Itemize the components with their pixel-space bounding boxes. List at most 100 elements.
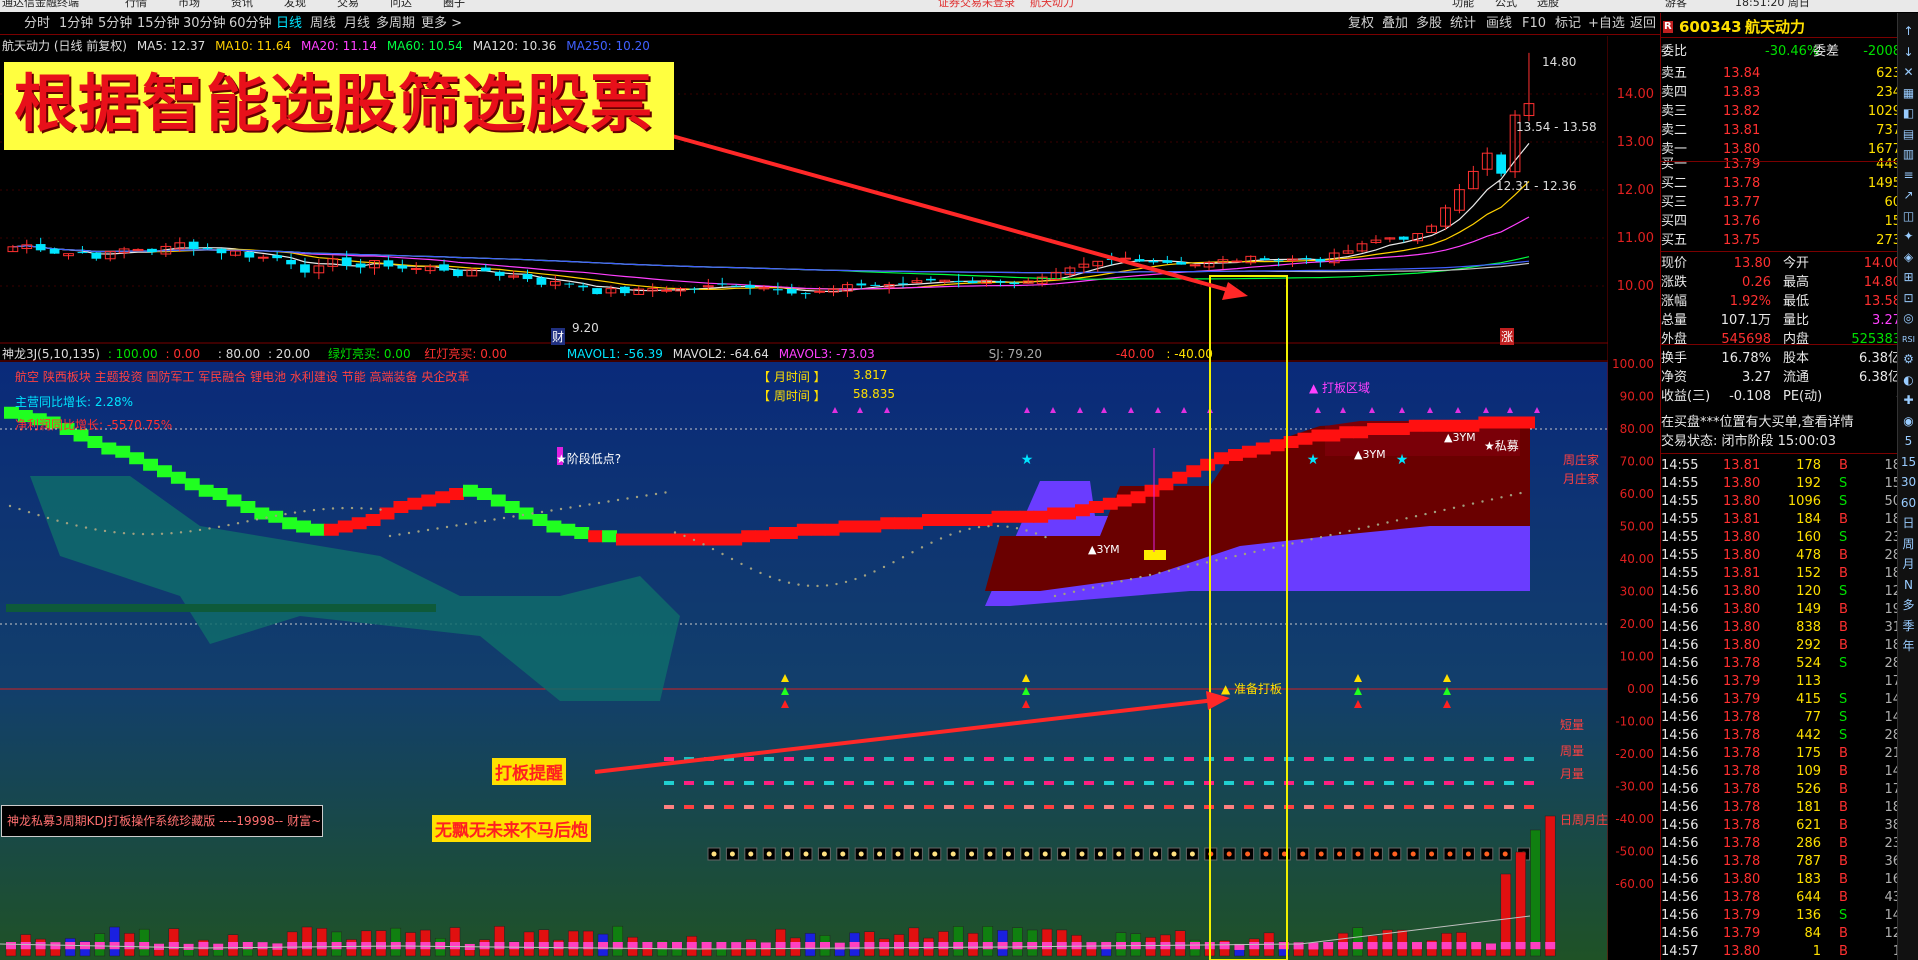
menu-item-functions[interactable]: 功能 xyxy=(1452,0,1474,9)
trend-dot xyxy=(1006,525,1009,528)
tick-side: B xyxy=(1839,836,1848,851)
btn-mark[interactable]: 标记 xyxy=(1555,13,1581,35)
btn-restore-rights[interactable]: 复权 xyxy=(1348,13,1374,35)
toolbar-icon[interactable]: ⚙ xyxy=(1900,351,1917,368)
tick-side: S xyxy=(1839,908,1848,923)
trend-dot xyxy=(873,570,876,573)
toolbar-icon[interactable]: 5 xyxy=(1900,433,1917,450)
toolbar-icon[interactable]: ≡ xyxy=(1900,167,1917,184)
toolbar-icon[interactable]: N xyxy=(1900,577,1917,594)
tf-daily[interactable]: 日线 xyxy=(276,13,302,35)
tick-side: S xyxy=(1839,476,1848,491)
toolbar-icon[interactable]: ▦ xyxy=(1900,85,1917,102)
toolbar-icon[interactable]: ↓ xyxy=(1900,44,1917,61)
btn-draw[interactable]: 画线 xyxy=(1486,13,1512,35)
tf-timeshare[interactable]: 分时 xyxy=(24,13,50,35)
toolbar-icon[interactable]: ✦ xyxy=(1900,228,1917,245)
daban-zone-label: ▲ 打板区域 xyxy=(1309,381,1371,395)
tf-1min[interactable]: 1分钟 xyxy=(59,13,93,35)
menu-item-circle[interactable]: 圈子 xyxy=(443,0,465,9)
tick-side: S xyxy=(1839,584,1848,599)
tf-multi[interactable]: 多周期 xyxy=(376,13,415,35)
week-qty-line xyxy=(1004,781,1014,785)
btn-stats[interactable]: 统计 xyxy=(1450,13,1476,35)
login-notice[interactable]: 证券交易未登录 xyxy=(938,0,1015,9)
menu-item-market[interactable]: 市场 xyxy=(178,0,200,9)
btn-add-watchlist[interactable]: +自选 xyxy=(1588,13,1625,35)
tf-weekly[interactable]: 周线 xyxy=(310,13,336,35)
toolbar-icon[interactable]: 多 xyxy=(1900,597,1917,614)
kdj-block xyxy=(310,523,325,536)
menu-item-trade[interactable]: 交易 xyxy=(337,0,359,9)
short-qty-line xyxy=(884,757,894,761)
tf-5min[interactable]: 5分钟 xyxy=(98,13,132,35)
toolbar-icon[interactable]: 周 xyxy=(1900,536,1917,553)
tf-60min[interactable]: 60分钟 xyxy=(229,13,272,35)
toolbar-icon[interactable]: 60 xyxy=(1900,495,1917,512)
toolbar-icon[interactable]: ◐ xyxy=(1900,372,1917,389)
toolbar-icon[interactable]: ◉ xyxy=(1900,413,1917,430)
menu-item-select[interactable]: 选股 xyxy=(1537,0,1559,9)
toolbar-icon[interactable]: ⊞ xyxy=(1900,269,1917,286)
tick-time: 14:55 xyxy=(1661,548,1699,563)
big-order-notice[interactable]: 在买盘***位置有大买单,查看详情 xyxy=(1661,414,1901,431)
kdj-block xyxy=(1019,510,1035,523)
trend-dot xyxy=(398,533,401,536)
toolbar-icon[interactable]: ✕ xyxy=(1900,64,1917,81)
btn-overlay[interactable]: 叠加 xyxy=(1382,13,1408,35)
toolbar-icon[interactable]: ◫ xyxy=(1900,208,1917,225)
tf-15min[interactable]: 15分钟 xyxy=(137,13,180,35)
kdj-block xyxy=(504,501,520,513)
menu-item-news[interactable]: 资讯 xyxy=(231,0,253,9)
toolbar-icon[interactable]: ↑ xyxy=(1900,23,1917,40)
candle-body xyxy=(856,283,867,286)
toolbar-icon[interactable]: RSI xyxy=(1900,331,1917,348)
tf-monthly[interactable]: 月线 xyxy=(344,13,370,35)
trend-dot xyxy=(1300,540,1304,543)
menu-item-ask[interactable]: 问达 xyxy=(390,0,412,9)
toolbar-icon[interactable]: 15 xyxy=(1900,454,1917,471)
kdj-block xyxy=(1450,419,1466,432)
tf-more[interactable]: 更多 > xyxy=(421,13,462,35)
menu-item-quotes[interactable]: 行情 xyxy=(125,0,147,9)
toolbar-icon[interactable]: 年 xyxy=(1900,638,1917,655)
indicator-tick-label: 80.00 xyxy=(1620,422,1654,436)
stat-row: 外盘 545698 内盘 525383 xyxy=(1661,331,1901,348)
indicator-legend: 神龙3J(5,10,135) : 100.00 : 0.00 : 80.00 :… xyxy=(2,345,1252,362)
toolbar-icon[interactable]: ◎ xyxy=(1900,310,1917,327)
tf-30min[interactable]: 30分钟 xyxy=(183,13,226,35)
menu-item-guest[interactable]: 游客 xyxy=(1665,0,1687,9)
tick-row: 14:55 13.80 478 B 28 xyxy=(1661,547,1901,565)
btn-back[interactable]: 返回 xyxy=(1630,13,1656,35)
btn-multi-stock[interactable]: 多股 xyxy=(1416,13,1442,35)
stat-label: 最高 xyxy=(1783,275,1810,290)
tick-side: B xyxy=(1839,800,1848,815)
kdj-block xyxy=(713,533,729,546)
toolbar-icon[interactable]: ▤ xyxy=(1900,126,1917,143)
toolbar-icon[interactable]: ↗ xyxy=(1900,187,1917,204)
toolbar-icon[interactable]: 30 xyxy=(1900,474,1917,491)
menu-item-formula[interactable]: 公式 xyxy=(1495,0,1517,9)
trend-dot xyxy=(559,507,563,511)
trend-dot xyxy=(702,543,705,546)
kdj-block xyxy=(1186,465,1202,478)
square-marker-dot xyxy=(748,851,754,857)
toolbar-icon[interactable]: 季 xyxy=(1900,618,1917,635)
toolbar-icon[interactable]: 日 xyxy=(1900,515,1917,532)
tick-row: 14:55 13.80 192 S 15 xyxy=(1661,475,1901,493)
btn-f10[interactable]: F10 xyxy=(1522,13,1546,35)
week-qty-line xyxy=(1444,781,1454,785)
bid-label: 买一 xyxy=(1661,157,1688,172)
trend-dot xyxy=(854,577,857,581)
toolbar-icon[interactable]: ▥ xyxy=(1900,146,1917,163)
bid-label: 买二 xyxy=(1661,176,1688,191)
toolbar-icon[interactable]: ✚ xyxy=(1900,392,1917,409)
volume-bar-top xyxy=(982,942,993,950)
toolbar-icon[interactable]: 月 xyxy=(1900,556,1917,573)
volume-bar-top xyxy=(139,942,150,950)
toolbar-icon[interactable]: ◈ xyxy=(1900,249,1917,266)
toolbar-icon[interactable]: ⊡ xyxy=(1900,290,1917,307)
menu-item-discover[interactable]: 发现 xyxy=(284,0,306,9)
week-qty-line xyxy=(884,781,894,785)
toolbar-icon[interactable]: ◧ xyxy=(1900,105,1917,122)
